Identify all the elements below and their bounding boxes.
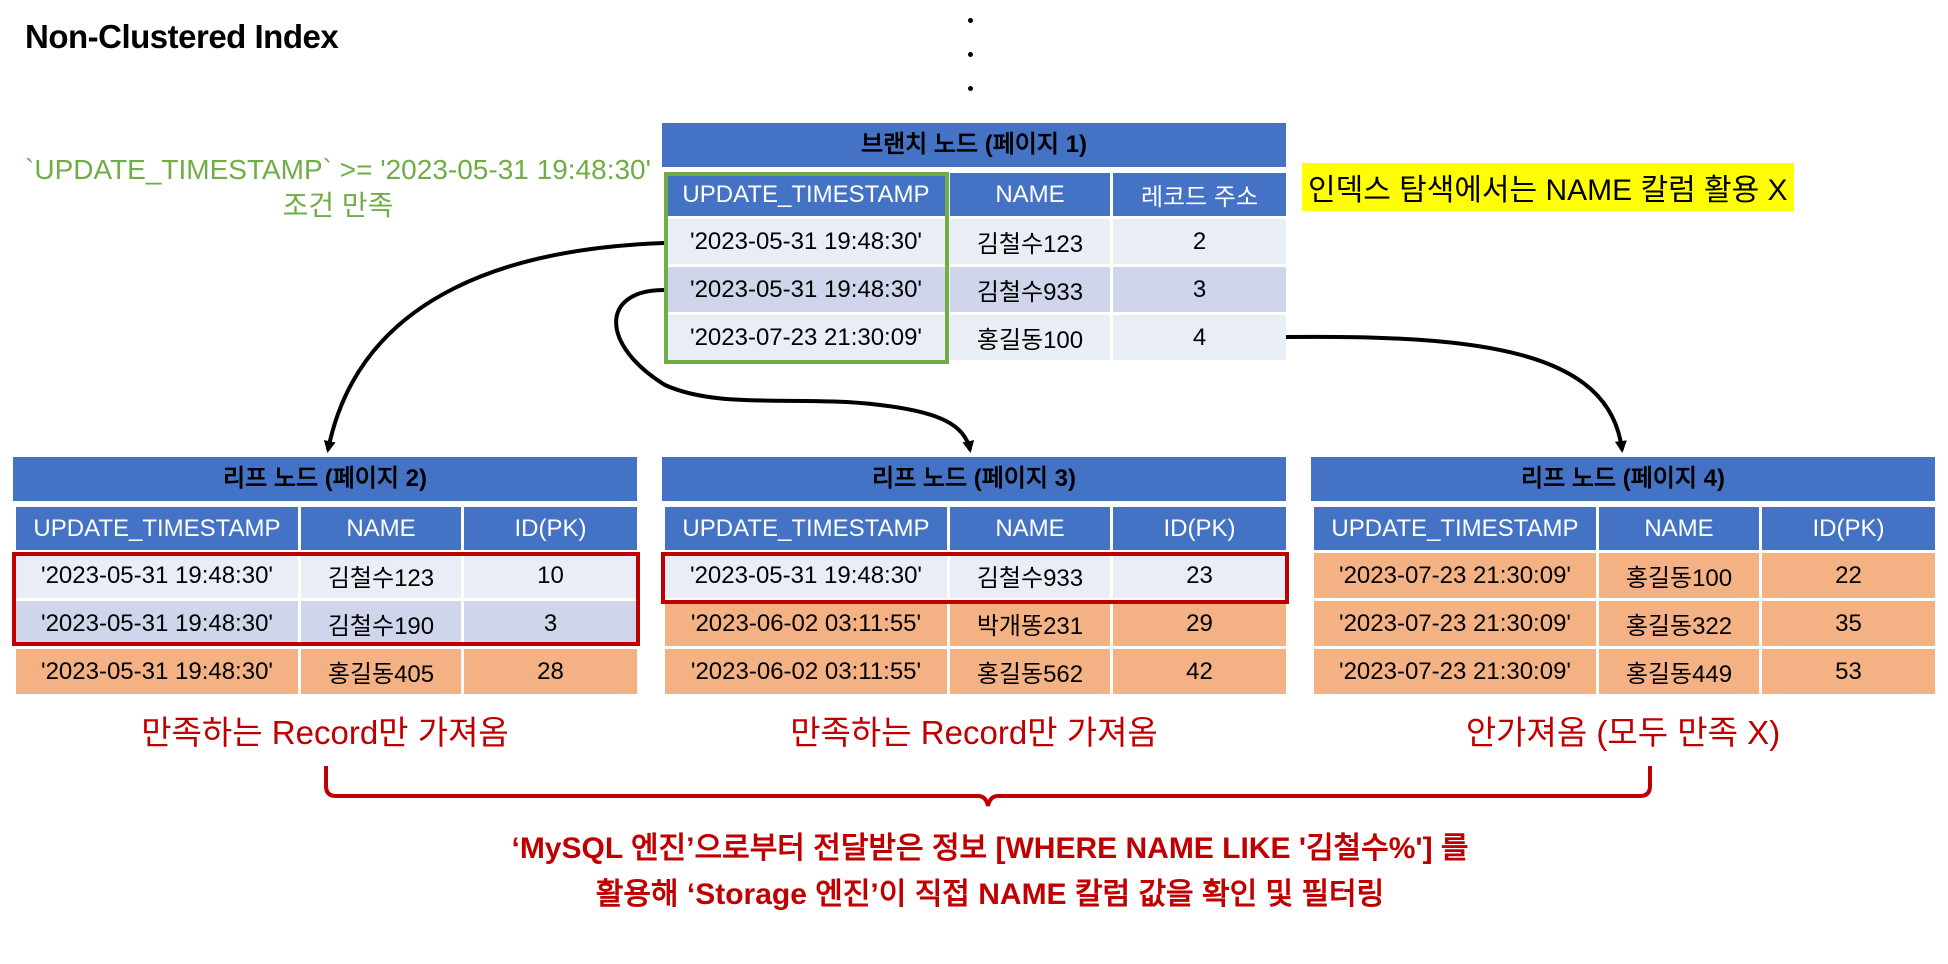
arrow-to-leaf-page-4 (1285, 334, 1627, 453)
connector-overlay (323, 241, 1652, 807)
arrow-to-leaf-page-2 (323, 241, 665, 453)
curly-brace (324, 766, 1652, 807)
arrow-to-leaf-page-3 (614, 288, 975, 453)
